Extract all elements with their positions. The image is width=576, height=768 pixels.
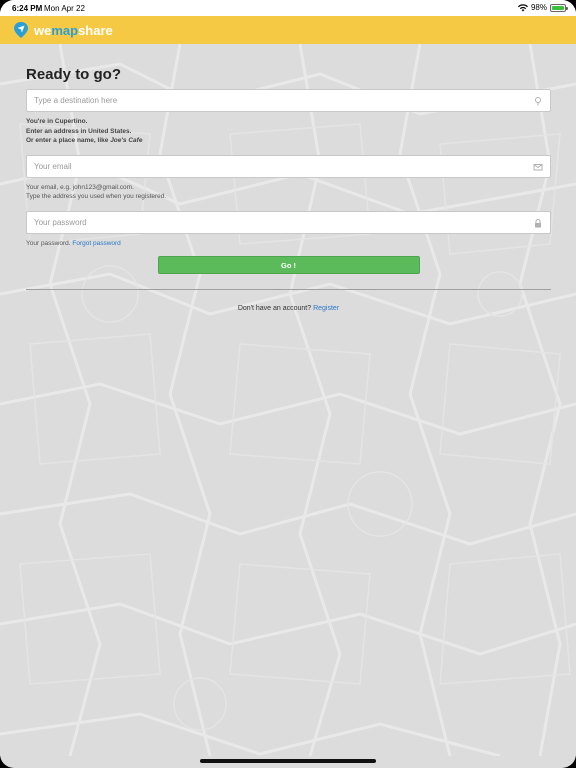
destination-help-line3: Or enter a place name, like Joe's Cafe <box>26 136 551 146</box>
destination-input[interactable] <box>27 90 550 111</box>
app-logo[interactable]: we map share <box>12 21 113 39</box>
battery-level <box>552 5 564 10</box>
forgot-password-link[interactable]: Forgot password <box>72 240 120 247</box>
destination-help-example: Joe's Cafe <box>110 137 143 144</box>
logo-we: we <box>34 22 52 38</box>
password-help-text: Your password. <box>26 239 73 247</box>
battery-percent: 98% <box>530 3 547 12</box>
register-prompt: Don't have an account? Register <box>26 305 551 312</box>
divider <box>26 289 551 290</box>
app-header: we map share <box>0 16 576 44</box>
destination-help-line3-prefix: Or enter a place name, like <box>26 137 111 144</box>
email-help-line1: Your email, e.g. john123@gmail.com. <box>26 183 134 191</box>
email-help: Your email, e.g. john123@gmail.com. Type… <box>26 183 551 202</box>
destination-field[interactable] <box>26 89 551 112</box>
logo-share: share <box>78 22 113 38</box>
status-time: 6:24 PM <box>12 4 43 13</box>
status-date: Mon Apr 22 <box>44 4 85 13</box>
logo-map: map <box>51 22 79 38</box>
destination-help-line2: Enter an address in United States. <box>26 127 132 135</box>
destination-help-line1: You're in Cupertino. <box>26 118 88 125</box>
battery-icon <box>550 3 568 12</box>
register-link[interactable]: Register <box>313 305 339 312</box>
home-indicator[interactable] <box>200 759 376 763</box>
go-button[interactable]: Go ! <box>157 256 420 274</box>
email-field[interactable] <box>26 154 551 178</box>
envelope-icon <box>533 163 543 170</box>
login-form: Ready to go? You're in Cupertino. Enter … <box>26 44 551 312</box>
page-title: Ready to go? <box>26 66 122 83</box>
register-prompt-text: Don't have an account? <box>237 305 314 312</box>
status-bar: 6:24 PM Mon Apr 22 98% <box>0 0 576 16</box>
email-input[interactable] <box>27 155 550 177</box>
destination-help: You're in Cupertino. Enter an address in… <box>26 117 551 146</box>
location-pin-icon <box>535 97 541 106</box>
status-indicators: 98% <box>517 3 568 12</box>
device-screen: 6:24 PM Mon Apr 22 98% we map share Read… <box>0 0 576 768</box>
map-pin-logo-icon <box>14 22 28 38</box>
password-field[interactable] <box>26 210 551 234</box>
wifi-icon <box>517 3 528 11</box>
password-help: Your password. Forgot password <box>26 239 551 249</box>
password-input[interactable] <box>27 211 550 233</box>
lock-icon <box>535 218 541 227</box>
email-help-line2: Type the address you used when you regis… <box>26 193 167 200</box>
